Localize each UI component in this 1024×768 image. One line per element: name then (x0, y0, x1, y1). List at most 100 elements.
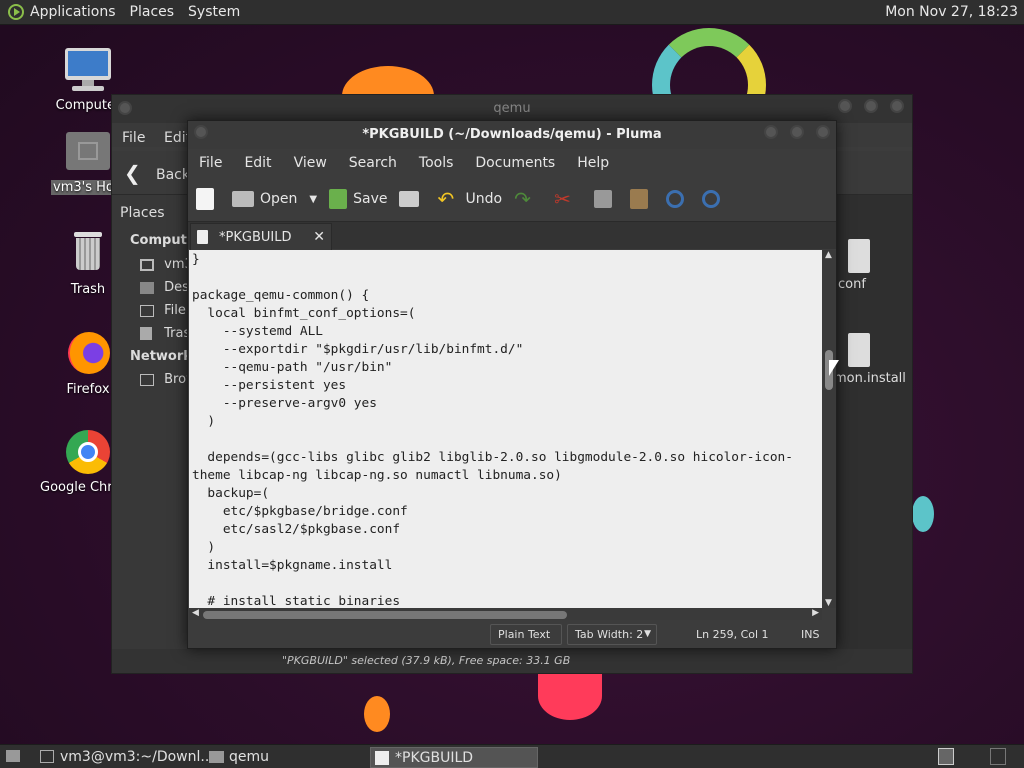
find-replace-icon (702, 190, 721, 208)
open-folder-icon (232, 191, 254, 207)
tab-label: *PKGBUILD (219, 230, 292, 245)
minimize-button[interactable] (764, 125, 778, 139)
top-panel: Applications Places System Mon Nov 27, 1… (0, 0, 1024, 25)
scroll-up-icon[interactable]: ▲ (825, 250, 832, 260)
taskbar-item-pluma[interactable]: *PKGBUILD (~/Dow... (370, 747, 538, 768)
sidebar-item-home[interactable]: vm3 (140, 257, 193, 272)
applications-label[interactable]: Applications (30, 4, 116, 20)
pluma-window[interactable]: *PKGBUILD (~/Downloads/qemu) - Pluma Fil… (187, 120, 837, 649)
workspace-switcher[interactable] (938, 748, 954, 765)
drive-icon (140, 304, 154, 317)
save-icon (329, 189, 348, 209)
file-icon (848, 239, 870, 273)
window-menu-button[interactable] (118, 101, 132, 115)
undo-label: Undo (465, 191, 503, 207)
tab-width-selector[interactable]: Tab Width: 2 ▼ (567, 624, 657, 645)
desktop-icon-label: Google Chrome (40, 480, 112, 495)
undo-arrow-icon: ↶ (437, 187, 455, 211)
wallpaper-shape (538, 672, 602, 720)
taskbar-item-qemu[interactable]: qemu (205, 747, 365, 768)
show-desktop-icon[interactable] (6, 750, 20, 762)
back-button[interactable]: Back (156, 167, 190, 183)
menu-help[interactable]: Help (566, 155, 620, 171)
file-item[interactable]: mon.install (832, 333, 906, 386)
replace-button[interactable] (702, 190, 726, 208)
applications-menu[interactable]: Applications (8, 4, 116, 20)
menu-file[interactable]: File (188, 155, 233, 171)
menu-documents[interactable]: Documents (464, 155, 566, 171)
terminal-icon (40, 750, 54, 763)
scroll-down-icon[interactable]: ▼ (825, 598, 832, 608)
window-menu-button[interactable] (194, 125, 208, 139)
task-label: *PKGBUILD (~/Dow... (395, 750, 474, 766)
folder-icon (140, 281, 154, 294)
back-arrow-icon[interactable]: ❮ (124, 161, 141, 185)
trash-icon (140, 327, 152, 340)
paste-icon (630, 189, 649, 209)
computer-icon (64, 46, 112, 94)
copy-icon (594, 190, 613, 208)
chevron-down-icon[interactable]: ▼ (309, 194, 317, 205)
text-editor-area[interactable]: } package_qemu-common() { local binfmt_c… (189, 250, 822, 608)
maximize-button[interactable] (864, 99, 878, 113)
task-label: vm3@vm3:~/Downl... (60, 749, 214, 765)
window-title: *PKGBUILD (~/Downloads/qemu) - Pluma (188, 121, 836, 149)
cursor-position: Ln 259, Col 1 (696, 628, 769, 641)
redo-button[interactable]: ↷ (514, 188, 542, 210)
close-button[interactable] (890, 99, 904, 113)
tab-pkgbuild[interactable]: *PKGBUILD ✕ (190, 223, 332, 250)
clock[interactable]: Mon Nov 27, 18:23 (885, 4, 1018, 20)
firefox-icon (64, 330, 112, 378)
places-menu[interactable]: Places (130, 4, 175, 20)
scroll-right-icon[interactable]: ▶ (812, 608, 819, 618)
print-button[interactable] (399, 191, 425, 207)
maximize-button[interactable] (790, 125, 804, 139)
close-button[interactable] (816, 125, 830, 139)
mouse-pointer-icon (829, 360, 839, 376)
new-document-button[interactable] (196, 188, 220, 210)
menu-tools[interactable]: Tools (408, 155, 465, 171)
language-label: Plain Text (498, 628, 551, 641)
system-menu[interactable]: System (188, 4, 240, 20)
text-editor-icon (375, 751, 389, 765)
workspace-switcher[interactable] (990, 748, 1006, 765)
scrollbar-thumb[interactable] (203, 611, 567, 619)
file-item[interactable]: conf (832, 239, 870, 292)
language-selector[interactable]: Plain Text (490, 624, 562, 645)
home-icon (140, 258, 154, 271)
home-folder-icon (64, 128, 112, 176)
menu-search[interactable]: Search (338, 155, 408, 171)
menu-file[interactable]: File (122, 130, 145, 146)
vertical-scrollbar[interactable]: ▲ ▼ (822, 250, 836, 608)
file-icon (848, 333, 870, 367)
scissors-icon: ✂ (554, 187, 571, 211)
task-label: qemu (229, 749, 270, 765)
tab-width-label: Tab Width: 2 (575, 628, 644, 641)
close-icon[interactable]: ✕ (313, 224, 325, 251)
wallpaper-shape (364, 696, 390, 732)
open-button[interactable]: Open ▼ (232, 191, 317, 207)
bottom-taskbar: vm3@vm3:~/Downl... qemu *PKGBUILD (~/Dow… (0, 744, 1024, 768)
paste-button[interactable] (630, 189, 654, 209)
taskbar-item-terminal[interactable]: vm3@vm3:~/Downl... (36, 747, 214, 768)
file-manager-status: "PKGBUILD" selected (37.9 kB), Free spac… (112, 649, 912, 673)
save-label: Save (353, 191, 388, 207)
code-text[interactable]: } package_qemu-common() { local binfmt_c… (189, 250, 822, 608)
scroll-left-icon[interactable]: ◀ (192, 608, 199, 618)
undo-button[interactable]: ↶ Undo (437, 188, 502, 210)
insert-mode: INS (801, 628, 820, 641)
pluma-toolbar: Open ▼ Save ↶ Undo ↷ ✂ (188, 177, 836, 221)
minimize-button[interactable] (838, 99, 852, 113)
menu-edit[interactable]: Edit (233, 155, 282, 171)
wallpaper-shape (912, 496, 934, 532)
find-button[interactable] (666, 190, 690, 208)
printer-icon (399, 191, 420, 207)
menu-view[interactable]: View (283, 155, 338, 171)
search-icon (666, 190, 685, 208)
cut-button[interactable]: ✂ (554, 188, 582, 210)
pluma-menubar: File Edit View Search Tools Documents He… (188, 149, 836, 177)
copy-button[interactable] (594, 190, 618, 208)
window-title: qemu (112, 95, 912, 123)
sidebar-header[interactable]: Places (120, 205, 165, 221)
save-button[interactable]: Save (329, 189, 387, 209)
